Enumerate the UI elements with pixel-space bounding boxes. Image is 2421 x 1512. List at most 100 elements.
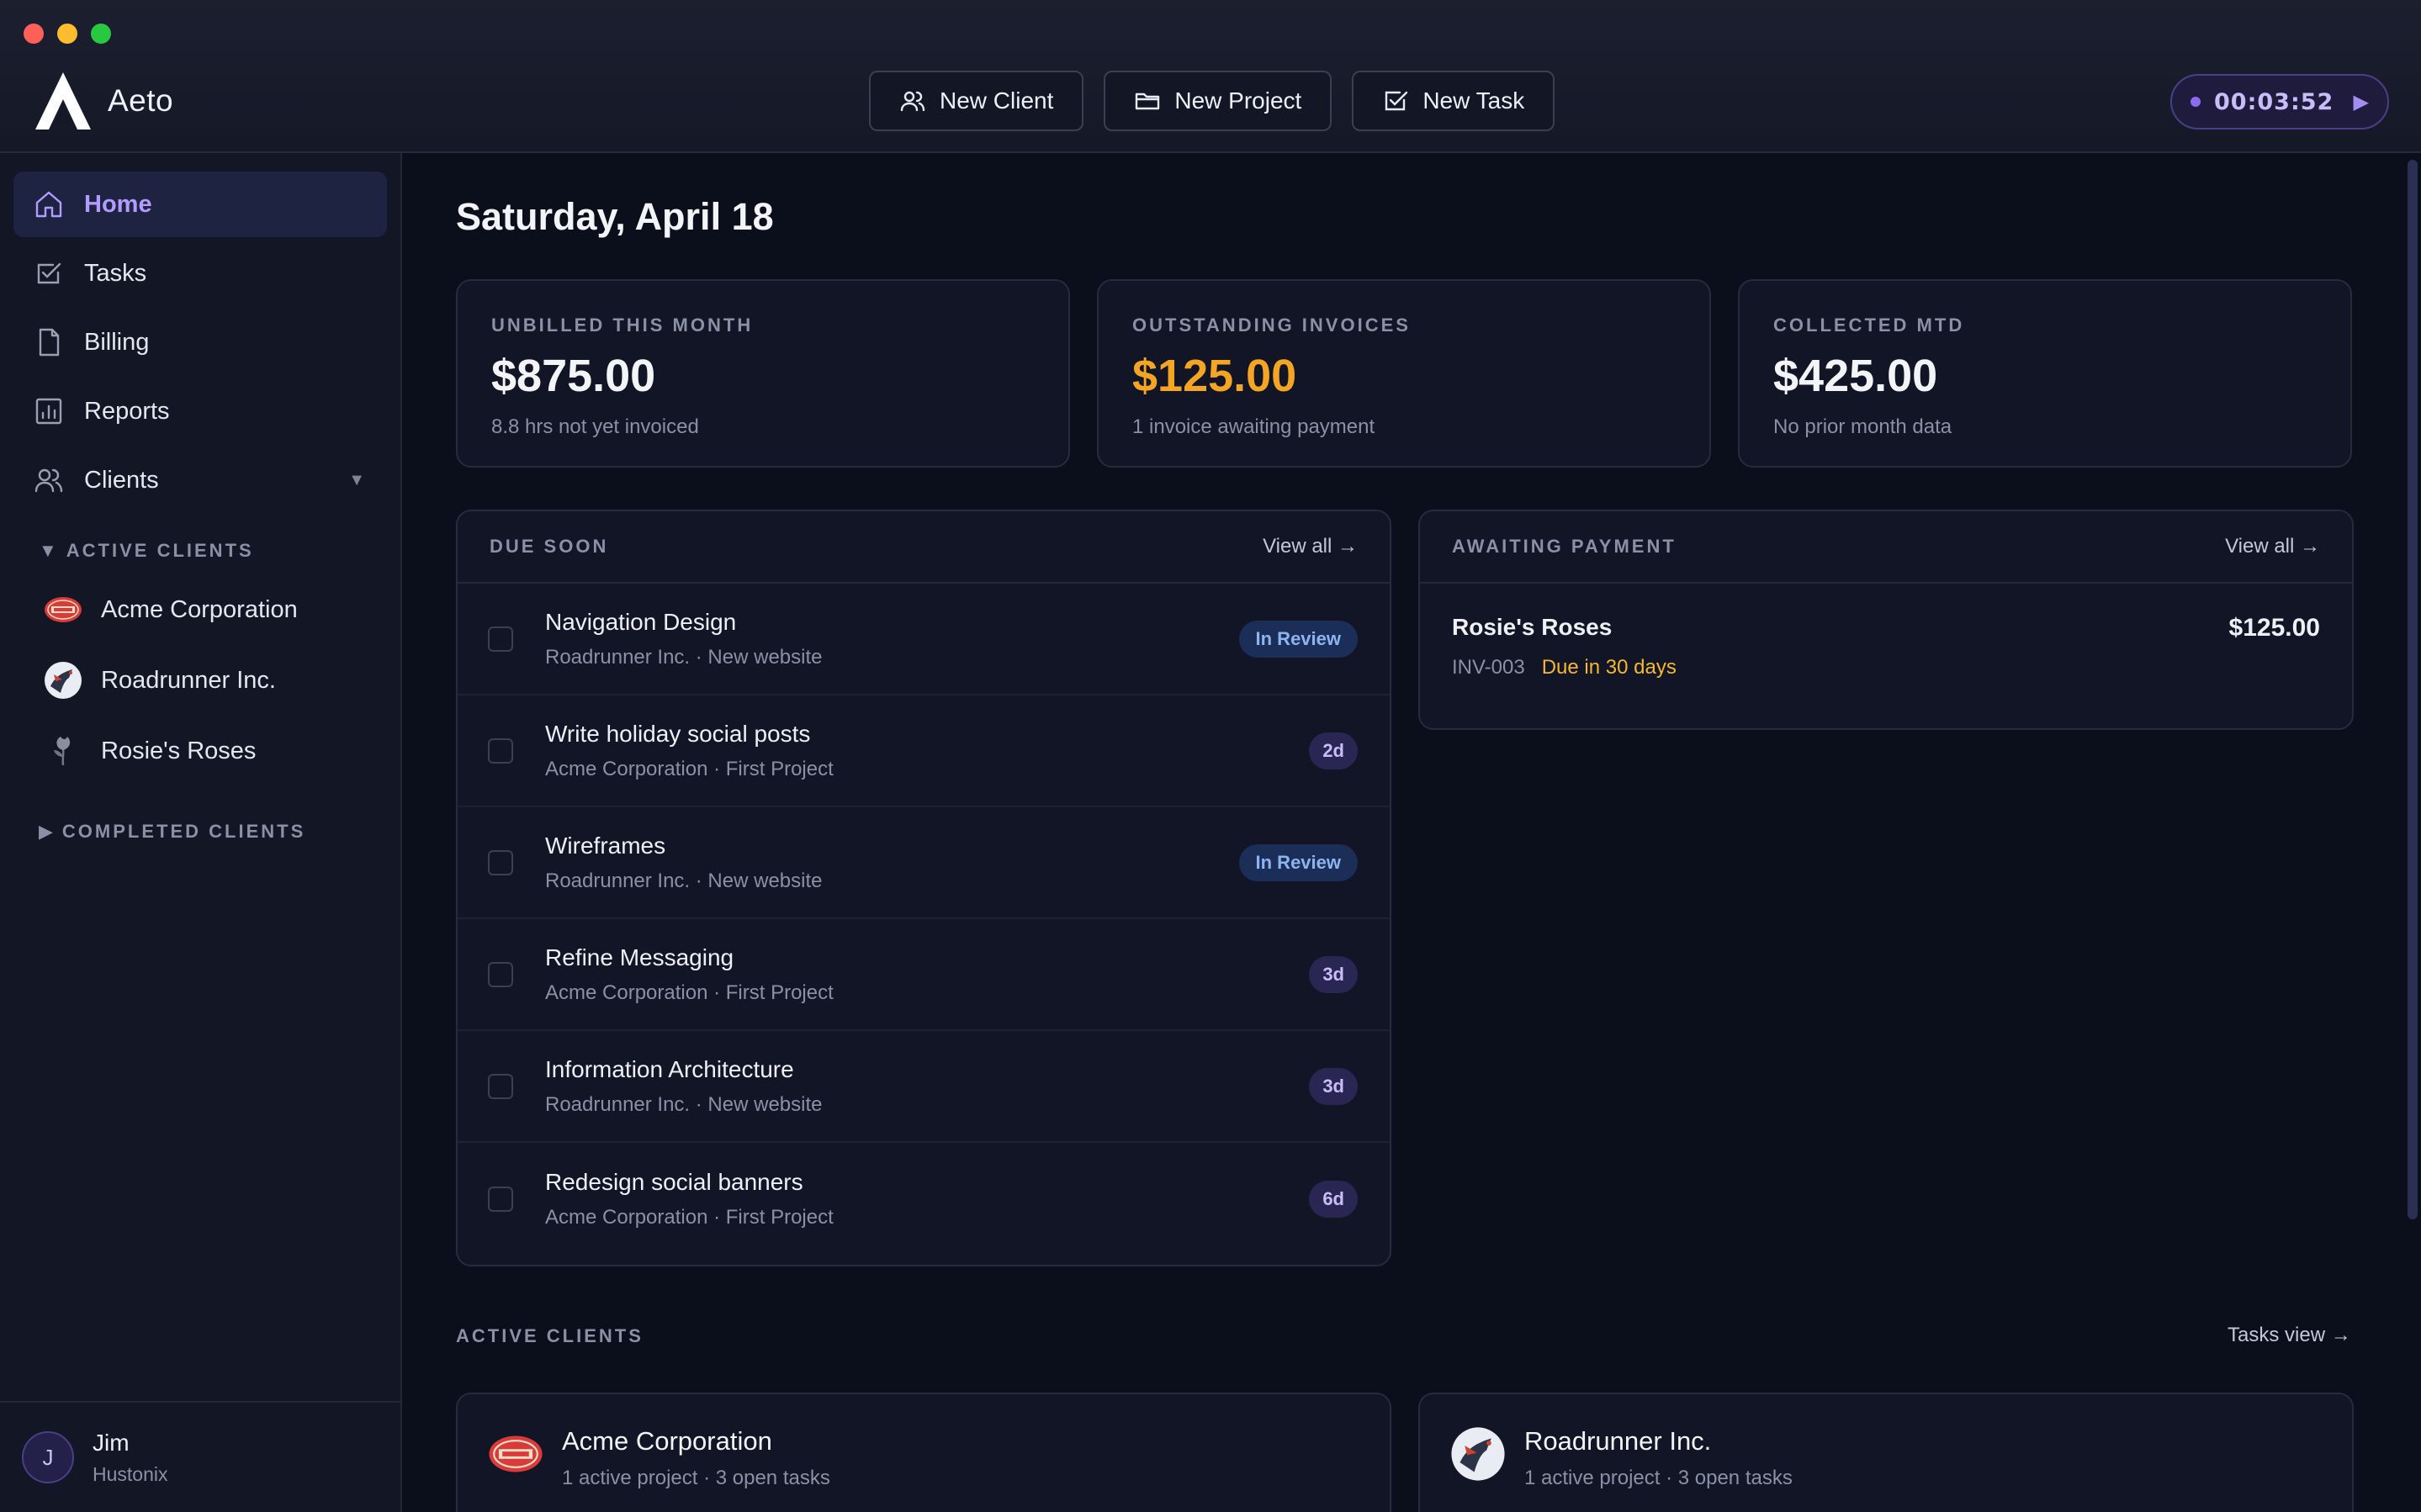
task-checkbox[interactable] (488, 849, 513, 875)
completed-clients-toggle[interactable]: ▶ COMPLETED CLIENTS (39, 821, 305, 843)
time-tracker[interactable]: 00:03:52 ▶ (2170, 74, 2389, 130)
acme-logo-icon (489, 1435, 543, 1472)
status-badge: In Review (1238, 620, 1358, 658)
task-checkbox[interactable] (488, 626, 513, 652)
awaiting-payment-panel: AWAITING PAYMENT View all → Rosie's Rose… (1418, 510, 2354, 730)
task-title: Information Architecture (545, 1055, 794, 1082)
task-row[interactable]: Wireframes Roadrunner Inc. · New website I… (458, 807, 1390, 919)
sidebar-client-roadrunner[interactable]: Roadrunner Inc. (44, 661, 276, 700)
roadrunner-logo-icon (45, 662, 82, 699)
sidebar-item-billing[interactable]: Billing (13, 309, 387, 375)
task-title: Redesign social banners (545, 1168, 803, 1195)
task-row[interactable]: Information Architecture Roadrunner Inc. … (458, 1031, 1390, 1143)
client-card-meta: 1 active project · 3 open tasks (562, 1467, 830, 1489)
task-row[interactable]: Write holiday social posts Acme Corporati… (458, 695, 1390, 807)
stat-subtext: 1 invoice awaiting payment (1132, 415, 1375, 438)
task-meta: Roadrunner Inc. · New website (545, 1092, 823, 1116)
status-badge: In Review (1238, 843, 1358, 881)
status-badge: 3d (1309, 955, 1358, 993)
task-row[interactable]: Refine Messaging Acme Corporation · First… (458, 919, 1390, 1031)
view-all-tasks-link[interactable]: View all → (1263, 535, 1358, 558)
chevron-down-icon[interactable]: ▼ (348, 471, 365, 490)
sidebar-item-clients[interactable]: Clients ▼ (13, 447, 387, 513)
section-label: COMPLETED CLIENTS (61, 821, 306, 842)
folder-icon (1136, 93, 1160, 110)
status-badge: 3d (1309, 1067, 1358, 1105)
task-list: Navigation Design Roadrunner Inc. · New w… (458, 584, 1390, 1255)
client-name: Roadrunner Inc. (101, 666, 276, 694)
due-soon-panel: DUE SOON View all → Navigation Design Roa… (456, 510, 1391, 1266)
task-row[interactable]: Navigation Design Roadrunner Inc. · New w… (458, 584, 1390, 695)
task-title: Refine Messaging (545, 944, 734, 970)
stat-value: $125.00 (1132, 351, 1297, 401)
zoom-window-button[interactable] (91, 24, 111, 44)
aeto-logo-icon (35, 72, 91, 130)
task-row[interactable]: Redesign social banners Acme Corporation … (458, 1143, 1390, 1255)
section-label: ACTIVE CLIENTS (66, 540, 254, 561)
active-clients-heading: ACTIVE CLIENTS (456, 1325, 644, 1346)
sidebar-client-rosies-roses[interactable]: Rosie's Roses (44, 732, 256, 770)
active-clients-toggle[interactable]: ▼ ACTIVE CLIENTS (39, 540, 254, 562)
avatar: J (22, 1431, 74, 1483)
task-checkbox[interactable] (488, 1186, 513, 1212)
task-meta: Acme Corporation · First Project (545, 1205, 834, 1229)
app-brand[interactable]: Aeto (34, 71, 173, 131)
stat-label: OUTSTANDING INVOICES (1132, 315, 1411, 336)
main-content: Saturday, April 18 UNBILLED THIS MONTH $… (402, 153, 2421, 1512)
task-title: Navigation Design (545, 608, 737, 635)
sidebar: Home Tasks Billing Reports Clients ▼ ▼ A… (0, 153, 402, 1512)
new-task-button[interactable]: New Task (1352, 71, 1555, 131)
task-title: Wireframes (545, 832, 666, 859)
status-badge: 2d (1309, 732, 1358, 769)
sidebar-item-label: Reports (84, 397, 170, 425)
stat-subtext: 8.8 hrs not yet invoiced (491, 415, 699, 438)
new-project-button[interactable]: New Project (1104, 71, 1332, 131)
task-checkbox[interactable] (488, 961, 513, 987)
client-card-roadrunner[interactable]: Roadrunner Inc. 1 active project · 3 ope… (1418, 1393, 2354, 1512)
quick-actions: New Client New Project New Task (869, 71, 1555, 131)
page-title: Saturday, April 18 (456, 195, 774, 238)
user-name: Jim (93, 1429, 130, 1456)
panel-title: DUE SOON (490, 536, 609, 557)
play-icon[interactable]: ▶ (2354, 90, 2369, 114)
stat-card-unbilled: UNBILLED THIS MONTH $875.00 8.8 hrs not … (456, 279, 1070, 468)
sidebar-item-tasks[interactable]: Tasks (13, 241, 387, 306)
main-scrollbar[interactable] (2408, 160, 2418, 1219)
task-meta: Acme Corporation · First Project (545, 757, 834, 780)
view-all-invoices-link[interactable]: View all → (2225, 535, 2320, 558)
tasks-view-link[interactable]: Tasks view → (2228, 1324, 2351, 1347)
timer-readout: 00:03:52 (2214, 88, 2334, 115)
minimize-window-button[interactable] (57, 24, 77, 44)
new-client-button[interactable]: New Client (869, 71, 1084, 131)
sidebar-item-reports[interactable]: Reports (13, 378, 387, 444)
roadrunner-logo-icon (1451, 1427, 1505, 1481)
sidebar-item-label: Home (84, 190, 152, 218)
sidebar-client-acme[interactable]: Acme Corporation (44, 590, 298, 629)
task-checkbox[interactable] (488, 737, 513, 764)
invoice-row[interactable]: Rosie's Roses INV-003 Due in 30 days $12… (1420, 584, 2352, 710)
sidebar-item-home[interactable]: Home (13, 172, 387, 237)
task-checkbox[interactable] (488, 1073, 513, 1099)
invoice-amount: $125.00 (2228, 614, 2320, 642)
user-profile[interactable]: J Jim Hustonix (0, 1401, 400, 1512)
stat-card-collected: COLLECTED MTD $425.00 No prior month dat… (1738, 279, 2352, 468)
checkbox-icon (1385, 91, 1408, 111)
status-badge: 6d (1309, 1180, 1358, 1218)
stat-subtext: No prior month data (1773, 415, 1952, 438)
bar-chart-icon (35, 398, 62, 425)
client-card-meta: 1 active project · 3 open tasks (1524, 1467, 1793, 1489)
close-window-button[interactable] (24, 24, 44, 44)
client-name: Acme Corporation (101, 595, 298, 623)
new-project-label: New Project (1174, 87, 1302, 114)
sidebar-item-label: Clients (84, 466, 159, 494)
title-bar: Aeto New Client New Project New Task 00:… (0, 0, 2421, 153)
task-meta: Acme Corporation · First Project (545, 981, 834, 1004)
stat-card-outstanding: OUTSTANDING INVOICES $125.00 1 invoice a… (1097, 279, 1711, 468)
triangle-down-icon: ▼ (39, 540, 60, 561)
checkbox-icon (37, 262, 61, 284)
invoice-due: Due in 30 days (1541, 656, 1677, 679)
new-task-label: New Task (1422, 87, 1525, 114)
stat-value: $875.00 (491, 351, 656, 401)
recording-dot-icon (2191, 97, 2201, 107)
client-card-acme[interactable]: Acme Corporation 1 active project · 3 op… (456, 1393, 1391, 1512)
